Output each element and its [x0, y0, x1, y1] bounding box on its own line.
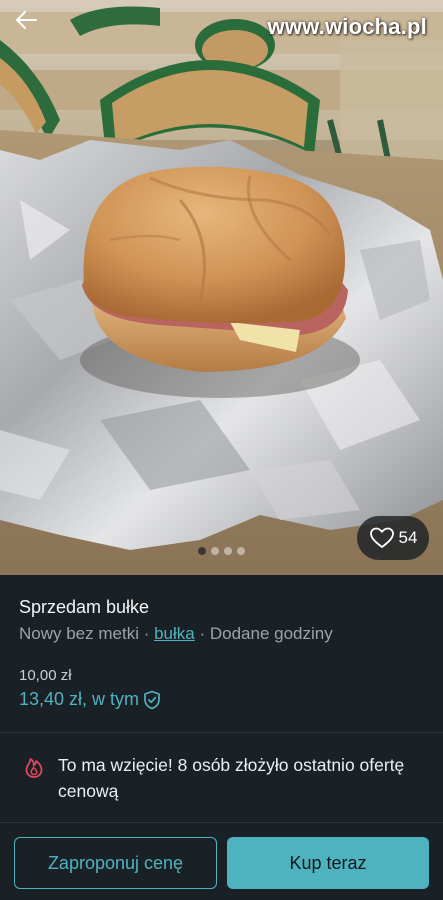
arrow-left-icon [16, 11, 37, 29]
listing-meta: Nowy bez metki · bułka · Dodane godziny [19, 624, 333, 644]
gallery-indicator [0, 547, 443, 555]
item-price: 10,00 zł [19, 667, 72, 684]
watermark: www.wiocha.pl [267, 14, 427, 39]
listing-details: Sprzedam bułke Nowy bez metki · bułka · … [0, 575, 443, 900]
back-button[interactable] [8, 4, 44, 36]
gallery-dot[interactable] [237, 547, 245, 555]
meta-separator: · [138, 624, 155, 643]
category-tag-link[interactable]: bułka [154, 624, 195, 643]
total-price: 13,40 zł, w tym [19, 689, 140, 709]
gallery-dot[interactable] [224, 547, 232, 555]
make-offer-button[interactable]: Zaproponuj cenę [14, 837, 217, 889]
product-photo[interactable]: www.wiocha.pl 54 [0, 0, 443, 575]
shield-check-icon [144, 690, 160, 709]
added-time: Dodane godziny [209, 624, 333, 643]
promo-banner: To ma wzięcie! 8 osób złożyło ostatnio o… [24, 752, 424, 804]
divider [0, 822, 443, 823]
buy-now-button[interactable]: Kup teraz [227, 837, 429, 889]
meta-separator: · [194, 624, 210, 643]
like-count: 54 [398, 528, 418, 547]
gallery-dot[interactable] [198, 547, 206, 555]
promo-text: To ma wzięcie! 8 osób złożyło ostatnio o… [58, 755, 405, 801]
condition-label: Nowy bez metki [19, 624, 139, 643]
flame-icon [25, 758, 43, 778]
gallery-dot[interactable] [211, 547, 219, 555]
listing-title: Sprzedam bułke [19, 597, 150, 617]
divider [0, 732, 443, 733]
sandwich-photo-scene [0, 0, 443, 575]
total-price-link[interactable]: 13,40 zł, w tym [19, 689, 161, 710]
